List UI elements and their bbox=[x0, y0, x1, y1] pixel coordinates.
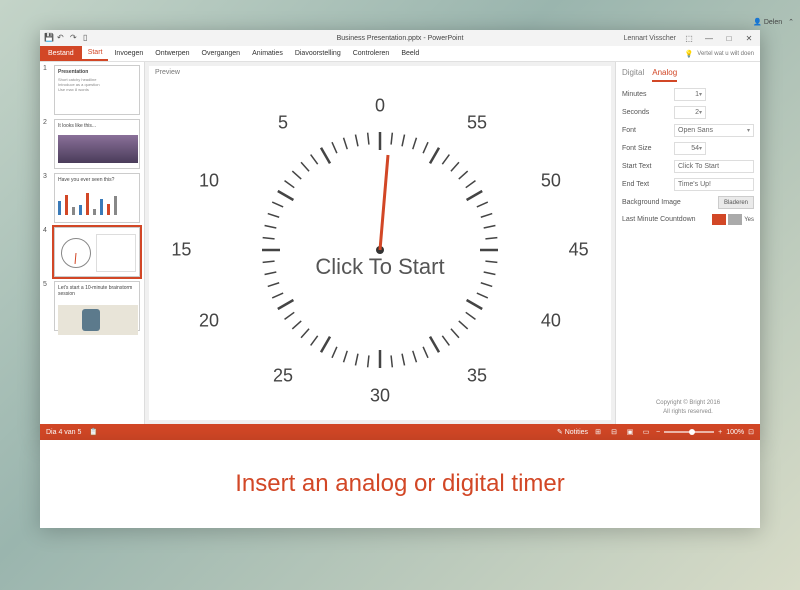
fontsize-label: Font Size bbox=[622, 145, 674, 152]
clock-num-45: 45 bbox=[569, 239, 589, 260]
starttext-input[interactable]: Click To Start bbox=[674, 160, 754, 173]
tab-ontwerpen[interactable]: Ontwerpen bbox=[149, 46, 195, 61]
share-label: Delen bbox=[764, 19, 782, 26]
user-name: Lennart Visscher bbox=[624, 35, 676, 42]
slide-counter: Dia 4 van 5 bbox=[46, 429, 81, 436]
starttext-label: Start Text bbox=[622, 163, 674, 170]
font-label: Font bbox=[622, 127, 674, 134]
ribbon-options-icon[interactable]: ⬚ bbox=[682, 33, 696, 43]
main-area: 1 PresentationShort catchy headlineIntro… bbox=[40, 62, 760, 424]
analog-clock[interactable]: 0 55 50 45 40 35 30 25 20 15 10 5 Click … bbox=[149, 79, 611, 420]
seconds-label: Seconds bbox=[622, 109, 674, 116]
countdown-label: Last Minute Countdown bbox=[622, 216, 702, 223]
statusbar: Dia 4 van 5 📋 ✎ Notities ⊞ ⊟ ▣ ▭ − + 100… bbox=[40, 424, 760, 440]
clock-num-35: 35 bbox=[467, 365, 487, 386]
view-sorter-icon[interactable]: ⊟ bbox=[608, 427, 620, 437]
clock-num-25: 25 bbox=[273, 365, 293, 386]
tab-diavoorstelling[interactable]: Diavoorstelling bbox=[289, 46, 347, 61]
fit-icon[interactable]: ⊡ bbox=[748, 428, 754, 436]
person-icon: 👤 bbox=[753, 18, 762, 26]
fontsize-input[interactable]: 54▾ bbox=[674, 142, 706, 155]
chevron-down-icon: ▾ bbox=[699, 91, 702, 98]
toggle-yes-label: Yes bbox=[744, 217, 754, 223]
tab-start[interactable]: Start bbox=[82, 46, 109, 61]
minimize-icon[interactable]: — bbox=[702, 33, 716, 43]
slide-canvas: Preview 0 55 50 45 40 35 30 25 20 15 bbox=[149, 66, 611, 420]
thumbnail-4[interactable]: 4 bbox=[43, 227, 141, 277]
panel-footer: Copyright © Bright 2016 All rights reser… bbox=[622, 399, 754, 420]
share-button[interactable]: 👤 Delen ⌃ bbox=[753, 18, 794, 26]
clock-center-text: Click To Start bbox=[315, 254, 444, 280]
save-icon[interactable]: 💾 bbox=[44, 33, 54, 43]
tab-animaties[interactable]: Animaties bbox=[246, 46, 289, 61]
window-title: Business Presentation.pptx - PowerPoint bbox=[337, 35, 464, 42]
titlebar: 💾 ↶ ↷ ▯ Business Presentation.pptx - Pow… bbox=[40, 30, 760, 46]
thumbnail-3[interactable]: 3 Have you ever seen this? bbox=[43, 173, 141, 223]
endtext-label: End Text bbox=[622, 181, 674, 188]
view-slideshow-icon[interactable]: ▭ bbox=[640, 427, 652, 437]
chevron-down-icon: ▾ bbox=[747, 127, 750, 134]
minutes-input[interactable]: 1▾ bbox=[674, 88, 706, 101]
chevron-up-icon[interactable]: ⌃ bbox=[788, 18, 794, 26]
chevron-down-icon: ▾ bbox=[699, 145, 702, 152]
clock-num-50: 50 bbox=[541, 171, 561, 192]
maximize-icon[interactable]: □ bbox=[722, 33, 736, 43]
close-icon[interactable]: ✕ bbox=[742, 33, 756, 43]
clock-num-40: 40 bbox=[541, 311, 561, 332]
ribbon-tabs: Bestand Start Invoegen Ontwerpen Overgan… bbox=[40, 46, 760, 62]
powerpoint-window: 💾 ↶ ↷ ▯ Business Presentation.pptx - Pow… bbox=[40, 30, 760, 440]
endtext-input[interactable]: Time's Up! bbox=[674, 178, 754, 191]
clock-num-10: 10 bbox=[199, 171, 219, 192]
chevron-down-icon: ▾ bbox=[699, 109, 702, 116]
file-tab[interactable]: Bestand bbox=[40, 46, 82, 61]
clock-num-15: 15 bbox=[171, 239, 191, 260]
clock-num-20: 20 bbox=[199, 311, 219, 332]
clock-num-0: 0 bbox=[375, 96, 385, 117]
redo-icon[interactable]: ↷ bbox=[70, 33, 80, 43]
slideshow-icon[interactable]: ▯ bbox=[83, 33, 93, 43]
clock-num-30: 30 bbox=[370, 386, 390, 407]
bulb-icon: 💡 bbox=[685, 50, 694, 58]
view-reading-icon[interactable]: ▣ bbox=[624, 427, 636, 437]
tab-invoegen[interactable]: Invoegen bbox=[108, 46, 149, 61]
thumbnail-5[interactable]: 5 Let's start a 10-minute brainstorm ses… bbox=[43, 281, 141, 331]
countdown-toggle[interactable]: Yes bbox=[712, 214, 754, 225]
undo-icon[interactable]: ↶ bbox=[57, 33, 67, 43]
panel-tab-analog[interactable]: Analog bbox=[652, 68, 677, 82]
zoom-out-icon[interactable]: − bbox=[656, 429, 660, 436]
browse-button[interactable]: Bladeren bbox=[718, 196, 754, 209]
zoom-slider[interactable] bbox=[664, 431, 714, 433]
zoom-in-icon[interactable]: + bbox=[718, 429, 722, 436]
thumbnail-1[interactable]: 1 PresentationShort catchy headlineIntro… bbox=[43, 65, 141, 115]
seconds-input[interactable]: 2▾ bbox=[674, 106, 706, 119]
tab-beeld[interactable]: Beeld bbox=[395, 46, 425, 61]
tab-controleren[interactable]: Controleren bbox=[347, 46, 396, 61]
timer-settings-panel: Digital Analog Minutes 1▾ Seconds 2▾ Fon… bbox=[615, 62, 760, 424]
marketing-caption: Insert an analog or digital timer bbox=[40, 440, 760, 528]
slide-thumbnails: 1 PresentationShort catchy headlineIntro… bbox=[40, 62, 145, 424]
clock-num-5: 5 bbox=[278, 113, 288, 134]
thumbnail-2[interactable]: 2 It looks like this... bbox=[43, 119, 141, 169]
clock-num-55: 55 bbox=[467, 113, 487, 134]
view-normal-icon[interactable]: ⊞ bbox=[592, 427, 604, 437]
font-select[interactable]: Open Sans▾ bbox=[674, 124, 754, 137]
preview-label: Preview bbox=[149, 66, 611, 79]
tab-overgangen[interactable]: Overgangen bbox=[196, 46, 247, 61]
bgimage-label: Background Image bbox=[622, 199, 692, 206]
notes-button[interactable]: ✎ Notities bbox=[557, 428, 588, 436]
tell-me-input[interactable]: Vertel wat u wilt doen bbox=[697, 51, 754, 57]
spellcheck-icon[interactable]: 📋 bbox=[89, 428, 98, 436]
minutes-label: Minutes bbox=[622, 91, 674, 98]
zoom-level[interactable]: 100% bbox=[726, 429, 744, 436]
panel-tab-digital[interactable]: Digital bbox=[622, 68, 644, 82]
